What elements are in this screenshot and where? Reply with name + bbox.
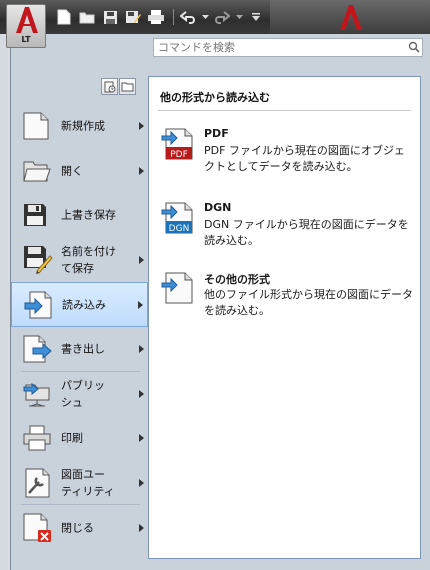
save-as-button[interactable]: 名前を付け て保存: [11, 238, 148, 283]
save-as-label: 名前を付け て保存: [61, 245, 116, 276]
pdf-import-icon: PDF: [161, 128, 193, 160]
open-button[interactable]: 開く: [11, 149, 148, 194]
import-other-formats-name: その他の形式: [204, 273, 270, 286]
new-button[interactable]: 新規作成: [11, 104, 148, 149]
command-list: 新規作成 開く 上書き保存 名前を付け て保存 読み込み 書き出し パブリッ シ…: [11, 104, 148, 550]
print-label: 印刷: [61, 431, 83, 445]
open-documents-icon: [121, 82, 134, 92]
import-pdf-description: PDF ファイルから現在の図面にオブジェクトとしてデータを読み込む。: [204, 144, 405, 173]
print-icon[interactable]: [146, 7, 166, 27]
undo-icon[interactable]: [178, 7, 198, 27]
chevron-right-icon: [139, 166, 144, 175]
publish-label: パブリッ シュ: [61, 378, 105, 409]
recent-documents-icon: [104, 81, 115, 92]
import-label: 読み込み: [62, 298, 106, 312]
chevron-down-icon[interactable]: [201, 7, 209, 27]
import-dgn-name: DGN: [204, 201, 232, 214]
import-dgn-description: DGN ファイルから現在の図面にデータを読み込む。: [204, 218, 409, 247]
import-other-formats-item[interactable]: その他の形式 他のファイル形式から現在の図面にデータを読み込む。: [161, 271, 414, 329]
svg-text:PDF: PDF: [170, 150, 188, 160]
import-submenu: 他の形式から読み込む PDF PDF PDF ファイルから現在の図面にオブジェク…: [148, 76, 421, 559]
save-as-icon[interactable]: [123, 7, 143, 27]
divider: [158, 110, 411, 111]
save-as-icon: [24, 246, 53, 275]
publish-icon: [23, 382, 50, 407]
save-label: 上書き保存: [61, 208, 116, 222]
application-menu: 新規作成 開く 上書き保存: [10, 34, 430, 570]
import-button[interactable]: 読み込み: [11, 282, 148, 327]
chevron-right-icon: [139, 389, 144, 398]
customize-dropdown-icon[interactable]: [246, 7, 266, 27]
open-documents-button[interactable]: [119, 78, 136, 95]
export-label: 書き出し: [61, 342, 105, 356]
drawing-utilities-label: 図面ユー ティリティ: [61, 468, 115, 499]
autocad-logo-icon: [16, 7, 38, 33]
publish-button[interactable]: パブリッ シュ: [11, 372, 148, 417]
search-icon[interactable]: [408, 41, 420, 53]
new-document-icon: [23, 112, 49, 140]
product-badge: LT: [21, 35, 31, 44]
import-icon: [24, 291, 52, 319]
autocad-logo-icon: [340, 5, 362, 30]
import-dgn-item[interactable]: DGN DGN DGN ファイルから現在の図面にデータを読み込む。: [161, 201, 414, 259]
search-input[interactable]: [154, 39, 404, 56]
chevron-right-icon: [138, 300, 143, 309]
submenu-title: 他の形式から読み込む: [160, 91, 270, 104]
other-formats-import-icon: [161, 272, 193, 304]
import-other-formats-description: 他のファイル形式から現在の図面にデータを読み込む。: [204, 288, 413, 317]
chevron-right-icon: [139, 523, 144, 532]
import-pdf-name: PDF: [204, 127, 229, 140]
recent-documents-button[interactable]: [101, 78, 118, 95]
chevron-right-icon: [139, 256, 144, 265]
chevron-right-icon: [139, 345, 144, 354]
close-document-icon: [23, 513, 51, 542]
export-icon: [23, 335, 52, 363]
application-menu-button[interactable]: LT: [6, 4, 46, 48]
svg-text:DGN: DGN: [169, 224, 190, 234]
view-toggle: [101, 78, 137, 95]
close-label: 閉じる: [61, 521, 94, 535]
drawing-utilities-button[interactable]: 図面ユー ティリティ: [11, 461, 148, 506]
dgn-import-icon: DGN: [161, 202, 193, 234]
print-button[interactable]: 印刷: [11, 416, 148, 461]
toolbar-separator: [173, 9, 174, 25]
chevron-right-icon: [139, 479, 144, 488]
quick-access-toolbar: [54, 6, 269, 28]
export-button[interactable]: 書き出し: [11, 327, 148, 372]
open-label: 開く: [61, 164, 83, 178]
close-button[interactable]: 閉じる: [11, 505, 148, 550]
redo-icon[interactable]: [212, 7, 232, 27]
chevron-down-icon[interactable]: [235, 7, 243, 27]
save-button[interactable]: 上書き保存: [11, 193, 148, 238]
print-icon: [23, 425, 51, 451]
new-icon[interactable]: [54, 7, 74, 27]
new-label: 新規作成: [61, 119, 105, 133]
chevron-right-icon: [139, 122, 144, 131]
drawing-utilities-icon: [25, 468, 50, 498]
open-folder-icon[interactable]: [77, 7, 97, 27]
open-folder-icon: [23, 161, 51, 182]
save-icon[interactable]: [100, 7, 120, 27]
import-pdf-item[interactable]: PDF PDF PDF ファイルから現在の図面にオブジェクトとしてデータを読み込…: [161, 127, 414, 185]
command-search: [153, 38, 423, 57]
save-icon: [24, 204, 46, 227]
chevron-right-icon: [139, 434, 144, 443]
